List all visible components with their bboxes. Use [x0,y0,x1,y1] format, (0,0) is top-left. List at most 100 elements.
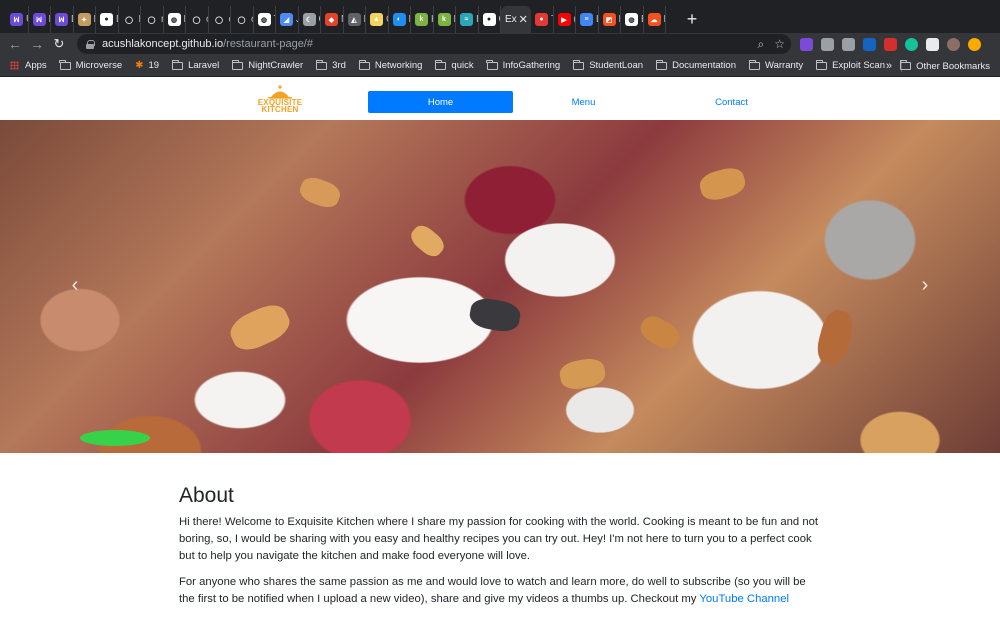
folder-icon [315,59,328,70]
tab-favicon-icon: ≈ [460,13,473,26]
bookmark-laravel[interactable]: Laravel [171,59,219,71]
ext-avatar-icon[interactable] [947,37,960,51]
bookmark-documentation[interactable]: Documentation [655,59,736,71]
browser-tab[interactable]: ◯D [119,6,141,33]
hero-image [0,120,1000,453]
tab-favicon-icon: ✦ [77,13,91,26]
folder-icon [231,59,244,70]
url-path: /restaurant-page/# [223,38,313,50]
ext-yellow-icon[interactable] [968,37,981,51]
back-icon[interactable]: ← [4,33,26,55]
browser-tab[interactable]: ◍T [254,6,276,33]
browser-tab[interactable]: ◍E [621,6,644,33]
bookmark-quick[interactable]: quick [435,59,474,71]
tab-favicon-icon: ◯ [212,13,226,26]
carousel-prev-icon[interactable]: ‹ [60,270,90,300]
ext-download-icon[interactable] [842,37,855,51]
tab-favicon-icon: ◯ [145,13,158,26]
browser-tab[interactable]: ●D [96,6,119,33]
browser-tab[interactable]: ●C [479,6,501,33]
tab-favicon-icon: ◆ [325,13,338,26]
reload-icon[interactable]: ↻ [48,33,70,55]
other-bookmarks[interactable]: Other Bookmarks [899,55,990,77]
web-page: EXQUISITE KITCHEN Home Menu Contact ‹ › … [0,78,1000,625]
browser-tab[interactable]: ◩D [599,6,621,33]
browser-tab[interactable]: ≡L [576,6,599,33]
browser-tab[interactable]: ◭L [344,6,366,33]
bookmark-label: Microverse [75,60,123,71]
extensions [800,33,981,55]
browser-toolbar: ← → ↻ acushlakoncept.github.io/restauran… [0,33,1000,55]
browser-tab[interactable]: ꟽD [51,6,74,33]
browser-tab[interactable]: ꟽD [29,6,51,33]
bookmark-nightcrawler[interactable]: NightCrawler [231,59,303,71]
other-bookmarks-label: Other Bookmarks [916,60,990,72]
tab-favicon-icon: k [437,13,451,26]
tab-favicon-icon: ◯ [122,13,136,26]
browser-tab[interactable]: ◆M [321,6,344,33]
ext-puzzle-icon[interactable] [926,37,939,51]
nav-home[interactable]: Home [368,91,513,113]
new-tab-icon[interactable]: + [680,6,704,33]
ext-gear-icon[interactable] [821,37,834,51]
bookmark-exploit-scan[interactable]: Exploit Scan [815,59,885,71]
bookmark-19[interactable]: ✱ 19 [135,60,159,71]
ext-red-icon[interactable] [884,37,897,51]
ext-purple-icon[interactable] [800,37,813,51]
browser-tab[interactable]: ✦P [74,6,96,33]
bookmark-3rd[interactable]: 3rd [315,59,346,71]
carousel-next-icon[interactable]: › [910,270,940,300]
bookmark-microverse[interactable]: Microverse [59,59,123,71]
bookmark-star-icon[interactable]: ☆ [774,37,785,51]
browser-tab[interactable]: ◯o [231,6,254,33]
browser-tab[interactable]: ≈II [456,6,479,33]
browser-tab[interactable]: ☾C [299,6,321,33]
bookmark-label: InfoGathering [502,60,561,71]
folder-icon [655,59,668,70]
close-tab-icon[interactable]: ✕ [519,13,528,26]
browser-tab[interactable]: ◍R [164,6,186,33]
bookmark-infogathering[interactable]: InfoGathering [486,59,561,71]
forward-icon[interactable]: → [26,33,48,55]
browser-tab[interactable]: ▶( [554,6,576,33]
zoom-icon[interactable]: ⌕ [758,37,765,52]
tab-favicon-icon: ☾ [302,13,316,26]
about-section: About Hi there! Welcome to Exquisite Kit… [179,484,819,617]
address-bar[interactable]: acushlakoncept.github.io/restaurant-page… [77,34,791,54]
browser-tab[interactable]: ◐M [389,6,411,33]
url-host: acushlakoncept.github.io [102,38,224,50]
site-logo[interactable]: EXQUISITE KITCHEN [252,84,308,116]
tab-favicon-icon: ≡ [580,13,593,26]
folder-icon [486,59,498,70]
browser-tab[interactable]: ●T [531,6,554,33]
bookmark-studentloan[interactable]: StudentLoan [572,59,643,71]
bookmark-warranty[interactable]: Warranty [748,59,803,71]
tab-favicon-icon: ▲ [370,13,383,26]
browser-tab[interactable]: ◯o [209,6,231,33]
tab-favicon-icon: ● [100,13,113,26]
browser-tab[interactable]: ◢J [276,6,299,33]
nav-contact[interactable]: Contact [659,91,804,113]
tab-favicon-icon: ꟽ [55,13,68,26]
ext-s-icon[interactable] [863,37,876,51]
browser-tab[interactable]: ▲C [366,6,389,33]
browser-tab[interactable]: kK [411,6,434,33]
youtube-channel-link[interactable]: YouTube Channel [699,593,789,605]
bookmarks-overflow-icon[interactable]: » [886,55,892,77]
browser-tab[interactable]: ☁H [644,6,666,33]
browser-tab[interactable]: kK [434,6,456,33]
bookmark-networking[interactable]: Networking [358,59,422,71]
browser-tab[interactable]: ◯n [141,6,164,33]
ext-grammarly-icon[interactable] [905,37,918,51]
folder-icon [171,59,184,70]
tab-favicon-icon: ꟽ [32,13,46,26]
nav-menu[interactable]: Menu [511,91,656,113]
bookmark-apps[interactable]: Apps [10,60,47,71]
tab-favicon-icon: ◍ [257,13,271,26]
bookmark-label: quick [451,60,474,71]
browser-tab[interactable]: ꟽU [6,6,29,33]
tab-title: H [664,14,666,25]
browser-tab[interactable]: ◯o [186,6,209,33]
active-browser-tab[interactable]: Ex ✕ [501,6,531,33]
bookmark-label: 3rd [332,60,346,71]
